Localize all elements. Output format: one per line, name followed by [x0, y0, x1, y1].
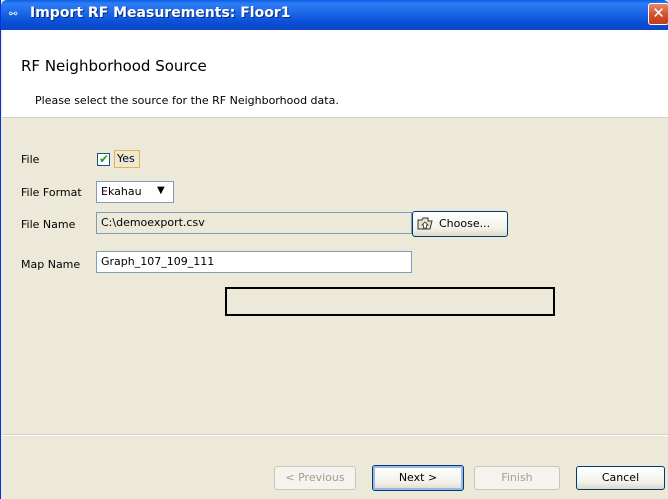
checkmark-icon: ✔	[98, 152, 110, 166]
footer-divider-highlight	[2, 435, 668, 436]
file-name-label: File Name	[21, 218, 76, 231]
next-button[interactable]: Next >	[372, 465, 464, 491]
close-button[interactable]: ✕	[648, 3, 668, 25]
page-description: Please select the source for the RF Neig…	[35, 94, 339, 107]
previous-button[interactable]: < Previous	[274, 466, 356, 490]
file-yes-checkbox[interactable]: ✔	[97, 152, 110, 166]
choose-button[interactable]: Choose...	[412, 211, 508, 237]
file-name-field[interactable]: C:\demoexport.csv	[96, 212, 412, 234]
window-title: Import RF Measurements: Floor1	[30, 5, 291, 21]
finish-button[interactable]: Finish	[474, 466, 560, 490]
title-bar[interactable]: ⚯ Import RF Measurements: Floor1 ✕	[1, 0, 668, 30]
file-yes-label[interactable]: Yes	[117, 152, 135, 165]
app-icon: ⚯	[9, 9, 18, 20]
page-title: RF Neighborhood Source	[21, 57, 207, 75]
chevron-down-icon: ▼	[157, 185, 165, 196]
wizard-header: RF Neighborhood Source Please select the…	[2, 30, 668, 118]
file-label: File	[21, 153, 40, 166]
file-format-select[interactable]: Ekahau ▼	[96, 181, 174, 203]
header-divider	[2, 117, 668, 118]
map-name-field[interactable]: Graph_107_109_111	[96, 251, 412, 273]
close-icon: ✕	[652, 4, 665, 22]
file-format-label: File Format	[21, 186, 82, 199]
file-format-value: Ekahau	[101, 185, 142, 198]
folder-open-icon	[417, 217, 433, 230]
cancel-button[interactable]: Cancel	[576, 466, 665, 490]
map-name-label: Map Name	[21, 258, 81, 271]
empty-panel	[225, 287, 555, 316]
import-wizard-window: ⚯ Import RF Measurements: Floor1 ✕ RF Ne…	[0, 0, 668, 499]
choose-button-label: Choose...	[439, 217, 491, 230]
